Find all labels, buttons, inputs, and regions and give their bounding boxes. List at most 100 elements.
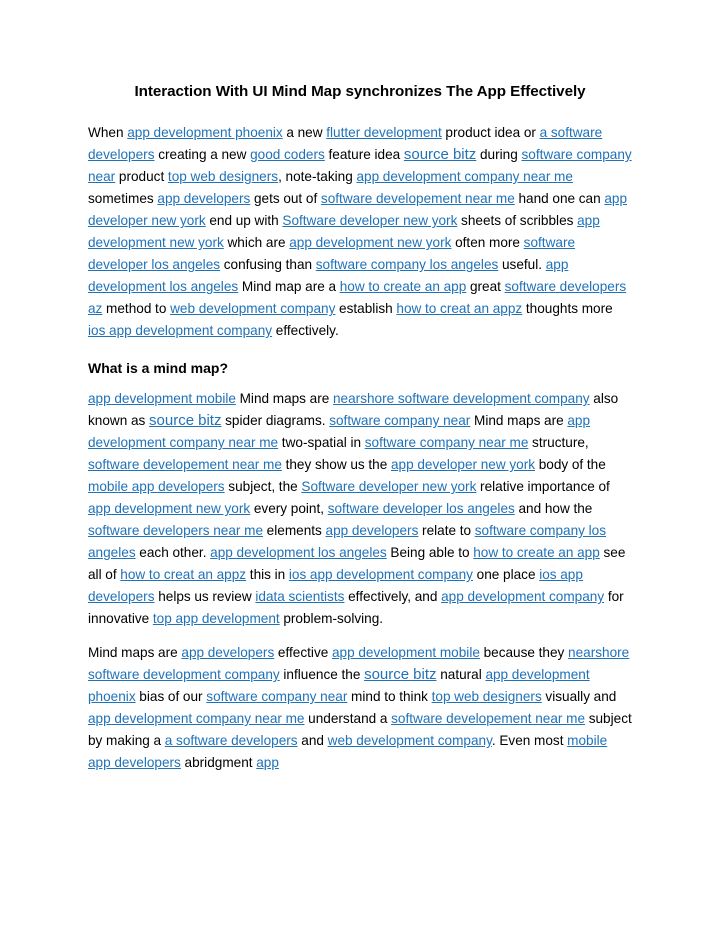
paragraph-why-mind-maps-are-effective: Mind maps are app developers effective a…: [88, 642, 632, 774]
inline-link[interactable]: app development new york: [88, 501, 250, 516]
inline-link[interactable]: app developers: [181, 645, 274, 660]
body-text: and: [297, 733, 328, 748]
inline-link[interactable]: source bitz: [364, 666, 436, 683]
body-text: two-spatial in: [278, 435, 365, 450]
inline-link[interactable]: app development company: [441, 589, 604, 604]
body-text: . Even most: [491, 733, 568, 748]
inline-link[interactable]: ios app development company: [88, 323, 272, 338]
inline-link[interactable]: software company los angeles: [316, 257, 499, 272]
inline-link[interactable]: flutter development: [326, 125, 442, 140]
body-text: end up with: [205, 213, 283, 228]
body-text: understand a: [304, 711, 392, 726]
inline-link[interactable]: source bitz: [149, 412, 221, 429]
inline-link[interactable]: app development new york: [289, 235, 451, 250]
body-text: one place: [472, 567, 540, 582]
body-text: thoughts more: [522, 301, 613, 316]
body-text: product: [115, 169, 168, 184]
body-text: during: [476, 147, 522, 162]
body-text: method to: [102, 301, 171, 316]
inline-link[interactable]: Software developer new york: [282, 213, 457, 228]
body-text: When: [88, 125, 128, 140]
inline-link[interactable]: app development los angeles: [210, 545, 387, 560]
body-text: because they: [479, 645, 569, 660]
body-text: gets out of: [250, 191, 321, 206]
inline-link[interactable]: software developer los angeles: [328, 501, 515, 516]
inline-link[interactable]: software developers near me: [88, 523, 263, 538]
inline-link[interactable]: software developement near me: [88, 457, 282, 472]
document-page: Interaction With UI Mind Map synchronize…: [0, 0, 720, 931]
inline-link[interactable]: software developement near me: [391, 711, 585, 726]
body-text: abridgment: [180, 755, 257, 770]
body-text: creating a new: [154, 147, 251, 162]
body-text: , note-taking: [278, 169, 357, 184]
body-text: effectively, and: [344, 589, 442, 604]
body-text: bias of our: [135, 689, 207, 704]
body-text: mind to think: [347, 689, 432, 704]
inline-link[interactable]: how to creat an appz: [396, 301, 522, 316]
inline-link[interactable]: app developer new york: [391, 457, 535, 472]
inline-link[interactable]: app: [256, 755, 279, 770]
body-text: establish: [335, 301, 397, 316]
body-text: Mind maps are: [235, 391, 333, 406]
body-text: problem-solving.: [279, 611, 384, 626]
body-text: natural: [436, 667, 486, 682]
inline-link[interactable]: software company near: [206, 689, 347, 704]
body-text: confusing than: [220, 257, 316, 272]
inline-link[interactable]: web development company: [170, 301, 335, 316]
body-text: and how the: [514, 501, 593, 516]
inline-link[interactable]: Software developer new york: [301, 479, 476, 494]
inline-link[interactable]: nearshore software development company: [333, 391, 590, 406]
body-text: sheets of scribbles: [457, 213, 578, 228]
body-text: hand one can: [514, 191, 605, 206]
body-text: helps us review: [154, 589, 256, 604]
body-text: useful.: [498, 257, 546, 272]
body-text: every point,: [250, 501, 328, 516]
body-text: influence the: [279, 667, 365, 682]
inline-link[interactable]: mobile app developers: [88, 479, 225, 494]
body-text: this in: [246, 567, 289, 582]
body-text: sometimes: [88, 191, 158, 206]
inline-link[interactable]: app development company near me: [356, 169, 572, 184]
body-text: relate to: [418, 523, 475, 538]
inline-link[interactable]: top web designers: [432, 689, 542, 704]
body-text: spider diagrams.: [221, 413, 330, 428]
inline-link[interactable]: app development mobile: [88, 391, 236, 406]
body-text: often more: [451, 235, 524, 250]
body-text: elements: [263, 523, 326, 538]
body-text: subject, the: [224, 479, 302, 494]
paragraph-intro: When app development phoenix a new flutt…: [88, 122, 632, 342]
inline-link[interactable]: how to creat an appz: [120, 567, 246, 582]
body-text: effective: [274, 645, 332, 660]
inline-link[interactable]: ios app development company: [289, 567, 473, 582]
inline-link[interactable]: top app development: [153, 611, 280, 626]
body-text: product idea or: [441, 125, 540, 140]
inline-link[interactable]: app development mobile: [332, 645, 480, 660]
body-text: visually and: [541, 689, 617, 704]
body-text: effectively.: [272, 323, 339, 338]
inline-link[interactable]: idata scientists: [255, 589, 344, 604]
inline-link[interactable]: app developers: [326, 523, 419, 538]
inline-link[interactable]: a software developers: [165, 733, 298, 748]
body-text: each other.: [135, 545, 211, 560]
page-title: Interaction With UI Mind Map synchronize…: [134, 83, 586, 100]
inline-link[interactable]: software company near me: [365, 435, 529, 450]
paragraph-what-is-a-mind-map: app development mobile Mind maps are nea…: [88, 388, 632, 630]
inline-link[interactable]: good coders: [250, 147, 325, 162]
section-heading-what-is-a-mind-map: What is a mind map?: [88, 360, 229, 376]
body-text: relative importance of: [476, 479, 610, 494]
body-text: feature idea: [324, 147, 404, 162]
inline-link[interactable]: app development company near me: [88, 711, 304, 726]
inline-link[interactable]: source bitz: [404, 146, 476, 163]
body-text: Mind maps are: [88, 645, 182, 660]
body-text: structure,: [528, 435, 589, 450]
body-text: a new: [282, 125, 327, 140]
inline-link[interactable]: how to create an app: [473, 545, 600, 560]
inline-link[interactable]: software developement near me: [321, 191, 515, 206]
inline-link[interactable]: top web designers: [168, 169, 278, 184]
body-text: they show us the: [281, 457, 391, 472]
inline-link[interactable]: web development company: [328, 733, 492, 748]
inline-link[interactable]: software company near: [329, 413, 470, 428]
inline-link[interactable]: how to create an app: [340, 279, 467, 294]
inline-link[interactable]: app development phoenix: [127, 125, 283, 140]
inline-link[interactable]: app developers: [157, 191, 250, 206]
